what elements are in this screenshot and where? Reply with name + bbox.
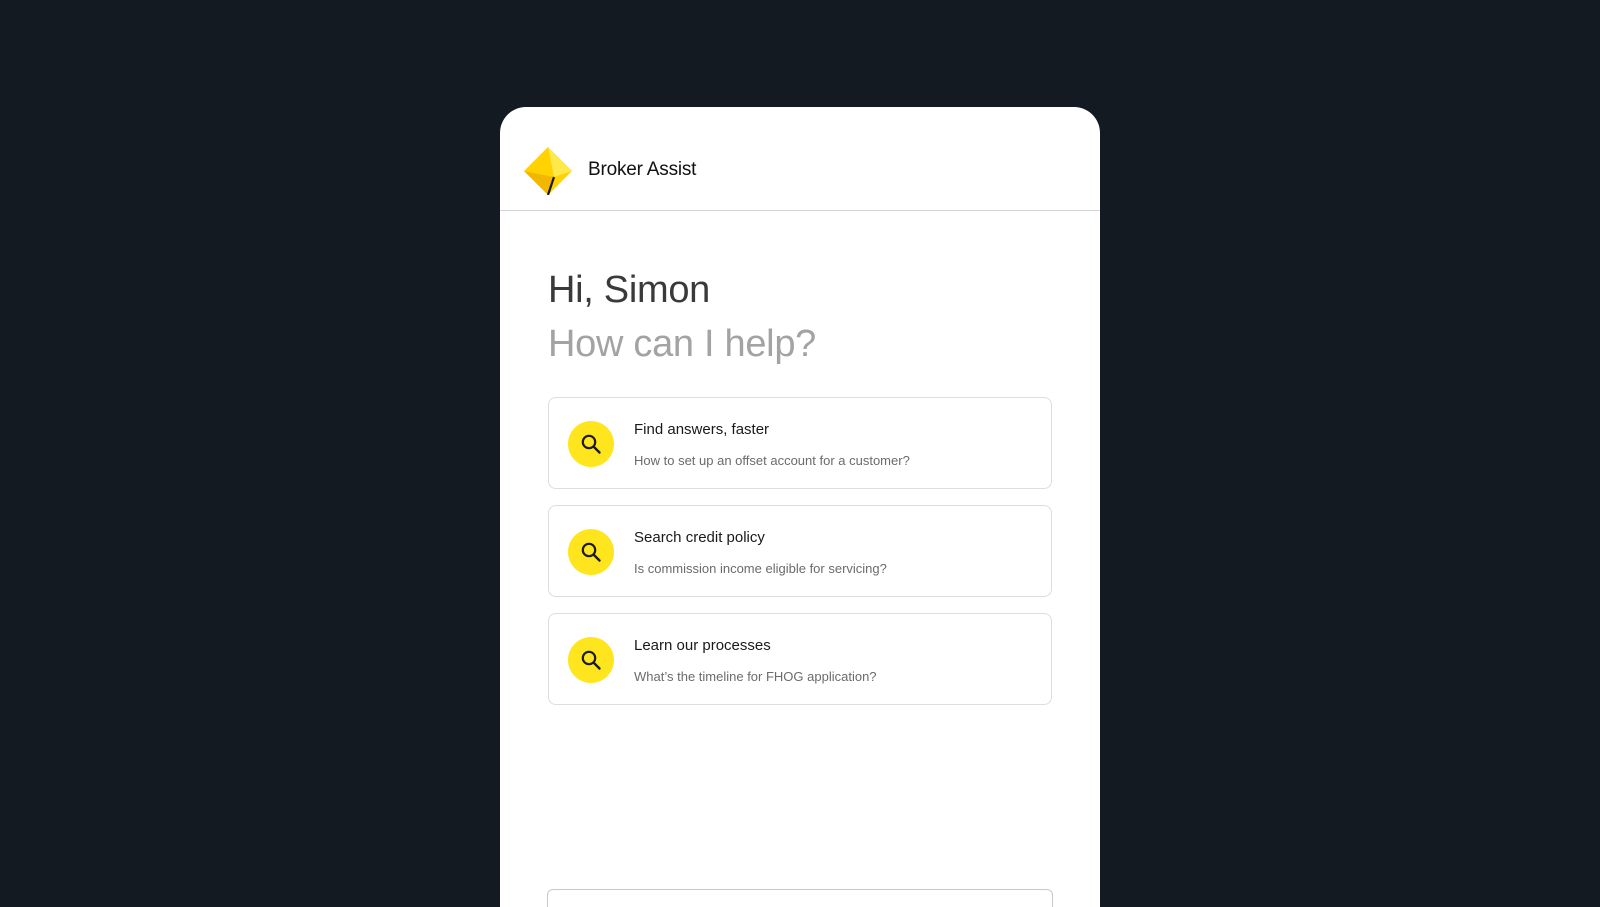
- suggestion-example: Is commission income eligible for servic…: [634, 561, 887, 576]
- suggestion-title: Find answers, faster: [634, 421, 770, 438]
- diamond-logo-icon: [524, 147, 572, 196]
- suggestion-card-processes[interactable]: Learn our processes What’s the timeline …: [548, 613, 1052, 705]
- suggestion-card-credit-policy[interactable]: Search credit policy Is commission incom…: [548, 505, 1052, 597]
- suggestion-title: Learn our processes: [634, 637, 771, 654]
- suggestion-example: What’s the timeline for FHOG application…: [634, 669, 877, 684]
- app-header: Broker Assist: [500, 107, 1100, 211]
- chat-panel: Broker Assist Hi, Simon How can I help? …: [500, 107, 1100, 907]
- message-input[interactable]: [547, 889, 1053, 907]
- help-prompt-heading: How can I help?: [548, 323, 816, 365]
- suggestion-list: Find answers, faster How to set up an of…: [548, 397, 1052, 721]
- suggestion-title: Search credit policy: [634, 529, 765, 546]
- app-title: Broker Assist: [588, 159, 697, 180]
- greeting-heading: Hi, Simon: [548, 269, 711, 311]
- search-icon: [568, 421, 614, 467]
- search-icon: [568, 637, 614, 683]
- suggestion-card-find-answers[interactable]: Find answers, faster How to set up an of…: [548, 397, 1052, 489]
- suggestion-example: How to set up an offset account for a cu…: [634, 453, 910, 468]
- search-icon: [568, 529, 614, 575]
